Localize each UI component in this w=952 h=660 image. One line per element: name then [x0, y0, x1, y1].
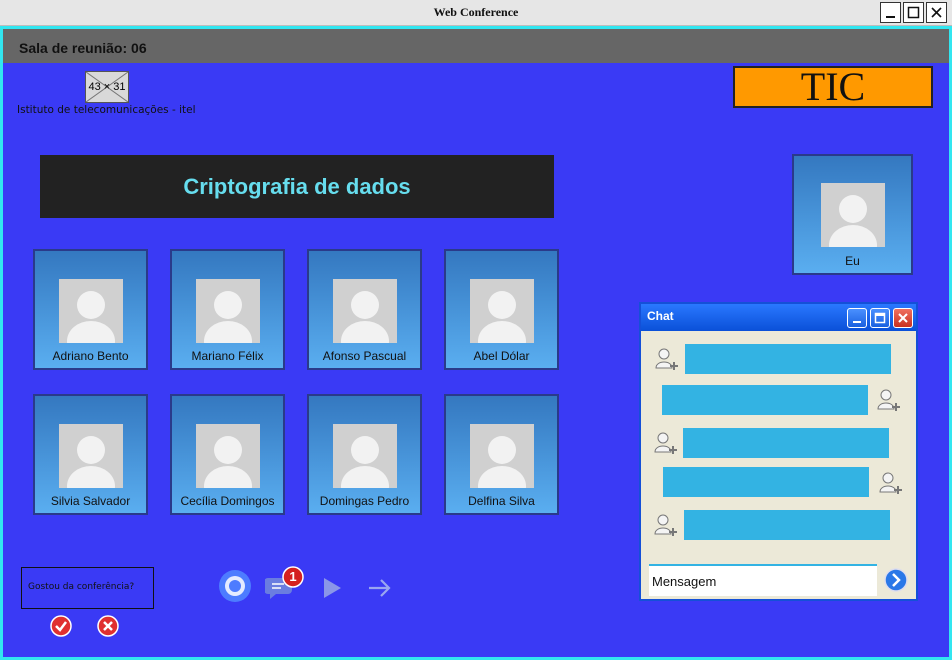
- participant-name: Abel Dólar: [473, 349, 530, 363]
- avatar-icon: [196, 279, 260, 343]
- avatar-icon: [59, 424, 123, 488]
- room-title: Sala de reunião: 06: [19, 40, 147, 56]
- chat-maximize-button[interactable]: [870, 308, 890, 328]
- feedback-box: Gostou da conferência?: [21, 567, 154, 609]
- reject-icon[interactable]: [97, 615, 119, 637]
- close-icon: [931, 7, 942, 18]
- maximize-icon: [907, 6, 920, 19]
- add-user-icon[interactable]: [876, 387, 902, 413]
- maximize-button[interactable]: [903, 2, 924, 23]
- window-titlebar: Web Conference: [0, 0, 952, 26]
- organization-name: Istituto de telecomunicações - itel: [17, 104, 196, 116]
- brand-badge: TIC: [733, 66, 933, 108]
- avatar-icon: [821, 183, 885, 247]
- chat-title: Chat: [647, 309, 674, 323]
- participant-name: Silvia Salvador: [50, 494, 131, 508]
- avatar-icon: [59, 279, 123, 343]
- send-icon[interactable]: [884, 568, 908, 592]
- add-user-icon[interactable]: [653, 512, 679, 538]
- messages-button[interactable]: 1: [265, 566, 307, 602]
- avatar-icon: [470, 279, 534, 343]
- topic-title: Criptografia de dados: [40, 155, 554, 218]
- participant-name: Mariano Félix: [191, 349, 264, 363]
- logo-placeholder-label: 43 × 31: [88, 81, 126, 93]
- minimize-button[interactable]: [880, 2, 901, 23]
- chat-message: [685, 344, 891, 374]
- participant-tile[interactable]: Afonso Pascual: [307, 249, 422, 370]
- unread-count: 1: [289, 569, 297, 584]
- chat-message: [662, 385, 868, 415]
- participant-tile[interactable]: Abel Dólar: [444, 249, 559, 370]
- close-icon: [898, 313, 908, 323]
- add-user-icon[interactable]: [878, 470, 904, 496]
- participant-tile[interactable]: Delfina Silva: [444, 394, 559, 515]
- check-icon[interactable]: [50, 615, 72, 637]
- participant-name: Delfina Silva: [468, 494, 535, 508]
- chat-titlebar: Chat: [641, 304, 916, 331]
- avatar-icon: [333, 279, 397, 343]
- minimize-icon: [853, 321, 861, 323]
- chat-message: [684, 510, 890, 540]
- self-tile[interactable]: Eu: [792, 154, 913, 275]
- participant-name: Cecília Domingos: [180, 494, 275, 508]
- avatar-icon: [333, 424, 397, 488]
- participant-tile[interactable]: Adriano Bento: [33, 249, 148, 370]
- chat-message: [663, 467, 869, 497]
- chat-window: Chat: [639, 302, 918, 601]
- participant-name: Afonso Pascual: [322, 349, 407, 363]
- window-title: Web Conference: [433, 5, 519, 19]
- chat-minimize-button[interactable]: [847, 308, 867, 328]
- play-icon[interactable]: [320, 576, 344, 600]
- add-user-icon[interactable]: [653, 430, 679, 456]
- self-name: Eu: [845, 254, 860, 268]
- record-icon[interactable]: [218, 569, 252, 603]
- minimize-icon: [886, 16, 895, 18]
- avatar-icon: [196, 424, 260, 488]
- chat-message-input[interactable]: [649, 564, 877, 596]
- maximize-icon: [874, 312, 886, 324]
- participant-tile[interactable]: Silvia Salvador: [33, 394, 148, 515]
- chat-message: [683, 428, 889, 458]
- participant-name: Domingas Pedro: [319, 494, 410, 508]
- conference-frame: Sala de reunião: 06 43 × 31 Istituto de …: [0, 26, 952, 660]
- avatar-icon: [470, 424, 534, 488]
- arrow-right-icon[interactable]: [367, 577, 393, 599]
- participant-tile[interactable]: Domingas Pedro: [307, 394, 422, 515]
- logo-placeholder: 43 × 31: [85, 71, 129, 103]
- participant-name: Adriano Bento: [52, 349, 129, 363]
- chat-close-button[interactable]: [893, 308, 913, 328]
- participant-tile[interactable]: Mariano Félix: [170, 249, 285, 370]
- add-user-icon[interactable]: [654, 346, 680, 372]
- participant-tile[interactable]: Cecília Domingos: [170, 394, 285, 515]
- close-button[interactable]: [926, 2, 947, 23]
- room-bar: Sala de reunião: 06: [3, 29, 949, 63]
